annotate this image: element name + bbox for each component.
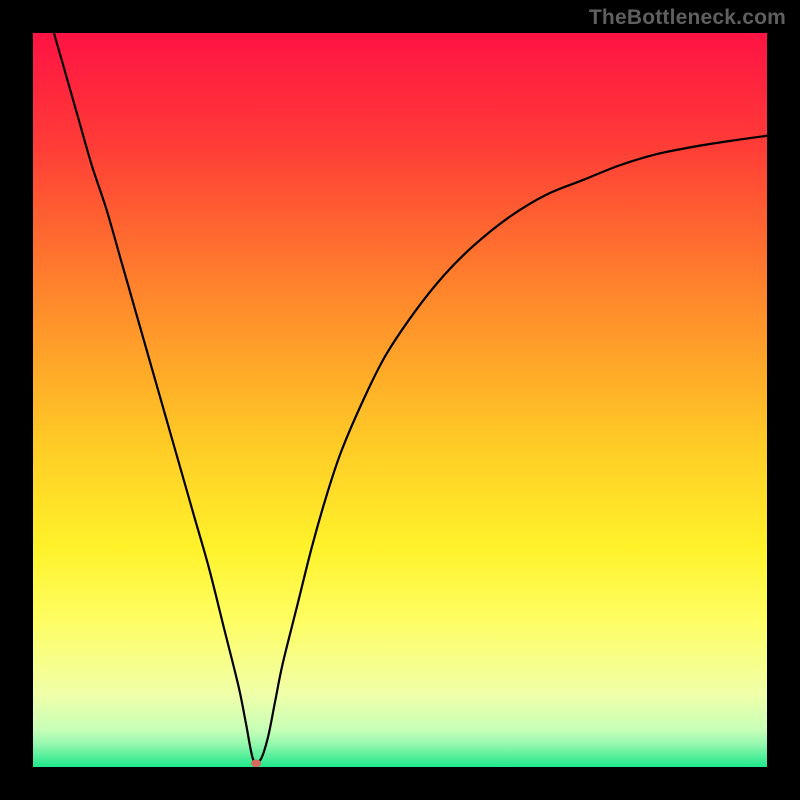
plot-area (33, 33, 767, 767)
optimal-point-marker (251, 760, 261, 767)
gradient-background (33, 33, 767, 767)
bottleneck-chart-svg (33, 33, 767, 767)
watermark-text: TheBottleneck.com (589, 6, 786, 30)
chart-container: TheBottleneck.com (0, 0, 800, 800)
